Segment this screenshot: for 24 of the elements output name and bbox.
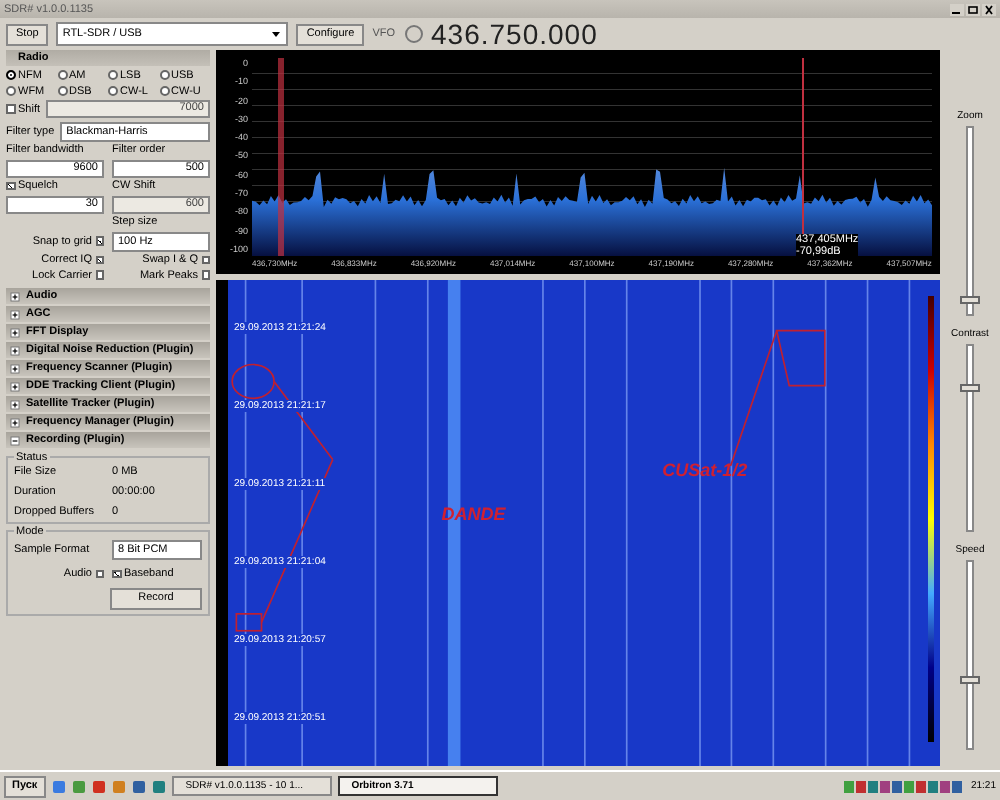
expand-icon[interactable] (10, 327, 20, 337)
slider-track[interactable] (966, 343, 974, 533)
expand-icon[interactable] (10, 345, 20, 355)
annotation-callout-drawing (729, 329, 826, 467)
expand-icon[interactable] (10, 381, 20, 391)
frequency-display[interactable]: 436.750.000 (431, 18, 598, 50)
expand-icon[interactable] (10, 363, 20, 373)
expand-icon[interactable] (10, 291, 20, 301)
slider-thumb[interactable] (960, 383, 980, 392)
minimize-icon[interactable] (950, 3, 964, 15)
maximize-icon[interactable] (966, 3, 980, 15)
slider-thumb[interactable] (960, 675, 980, 684)
close-icon[interactable] (982, 3, 996, 15)
expand-icon[interactable] (10, 417, 20, 427)
slider-thumb[interactable] (960, 296, 980, 305)
expand-icon[interactable] (10, 309, 20, 319)
annotation-label: CUSat-1/2 (662, 459, 748, 480)
dropdown-arrow-icon (270, 28, 283, 40)
tray-icons-drawing[interactable] (844, 779, 965, 793)
annotation-label: DANDE (441, 503, 506, 524)
slider-track[interactable] (966, 560, 974, 751)
expand-icon[interactable] (10, 399, 20, 409)
slider-track[interactable] (966, 126, 974, 316)
collapse-icon[interactable] (10, 435, 20, 445)
